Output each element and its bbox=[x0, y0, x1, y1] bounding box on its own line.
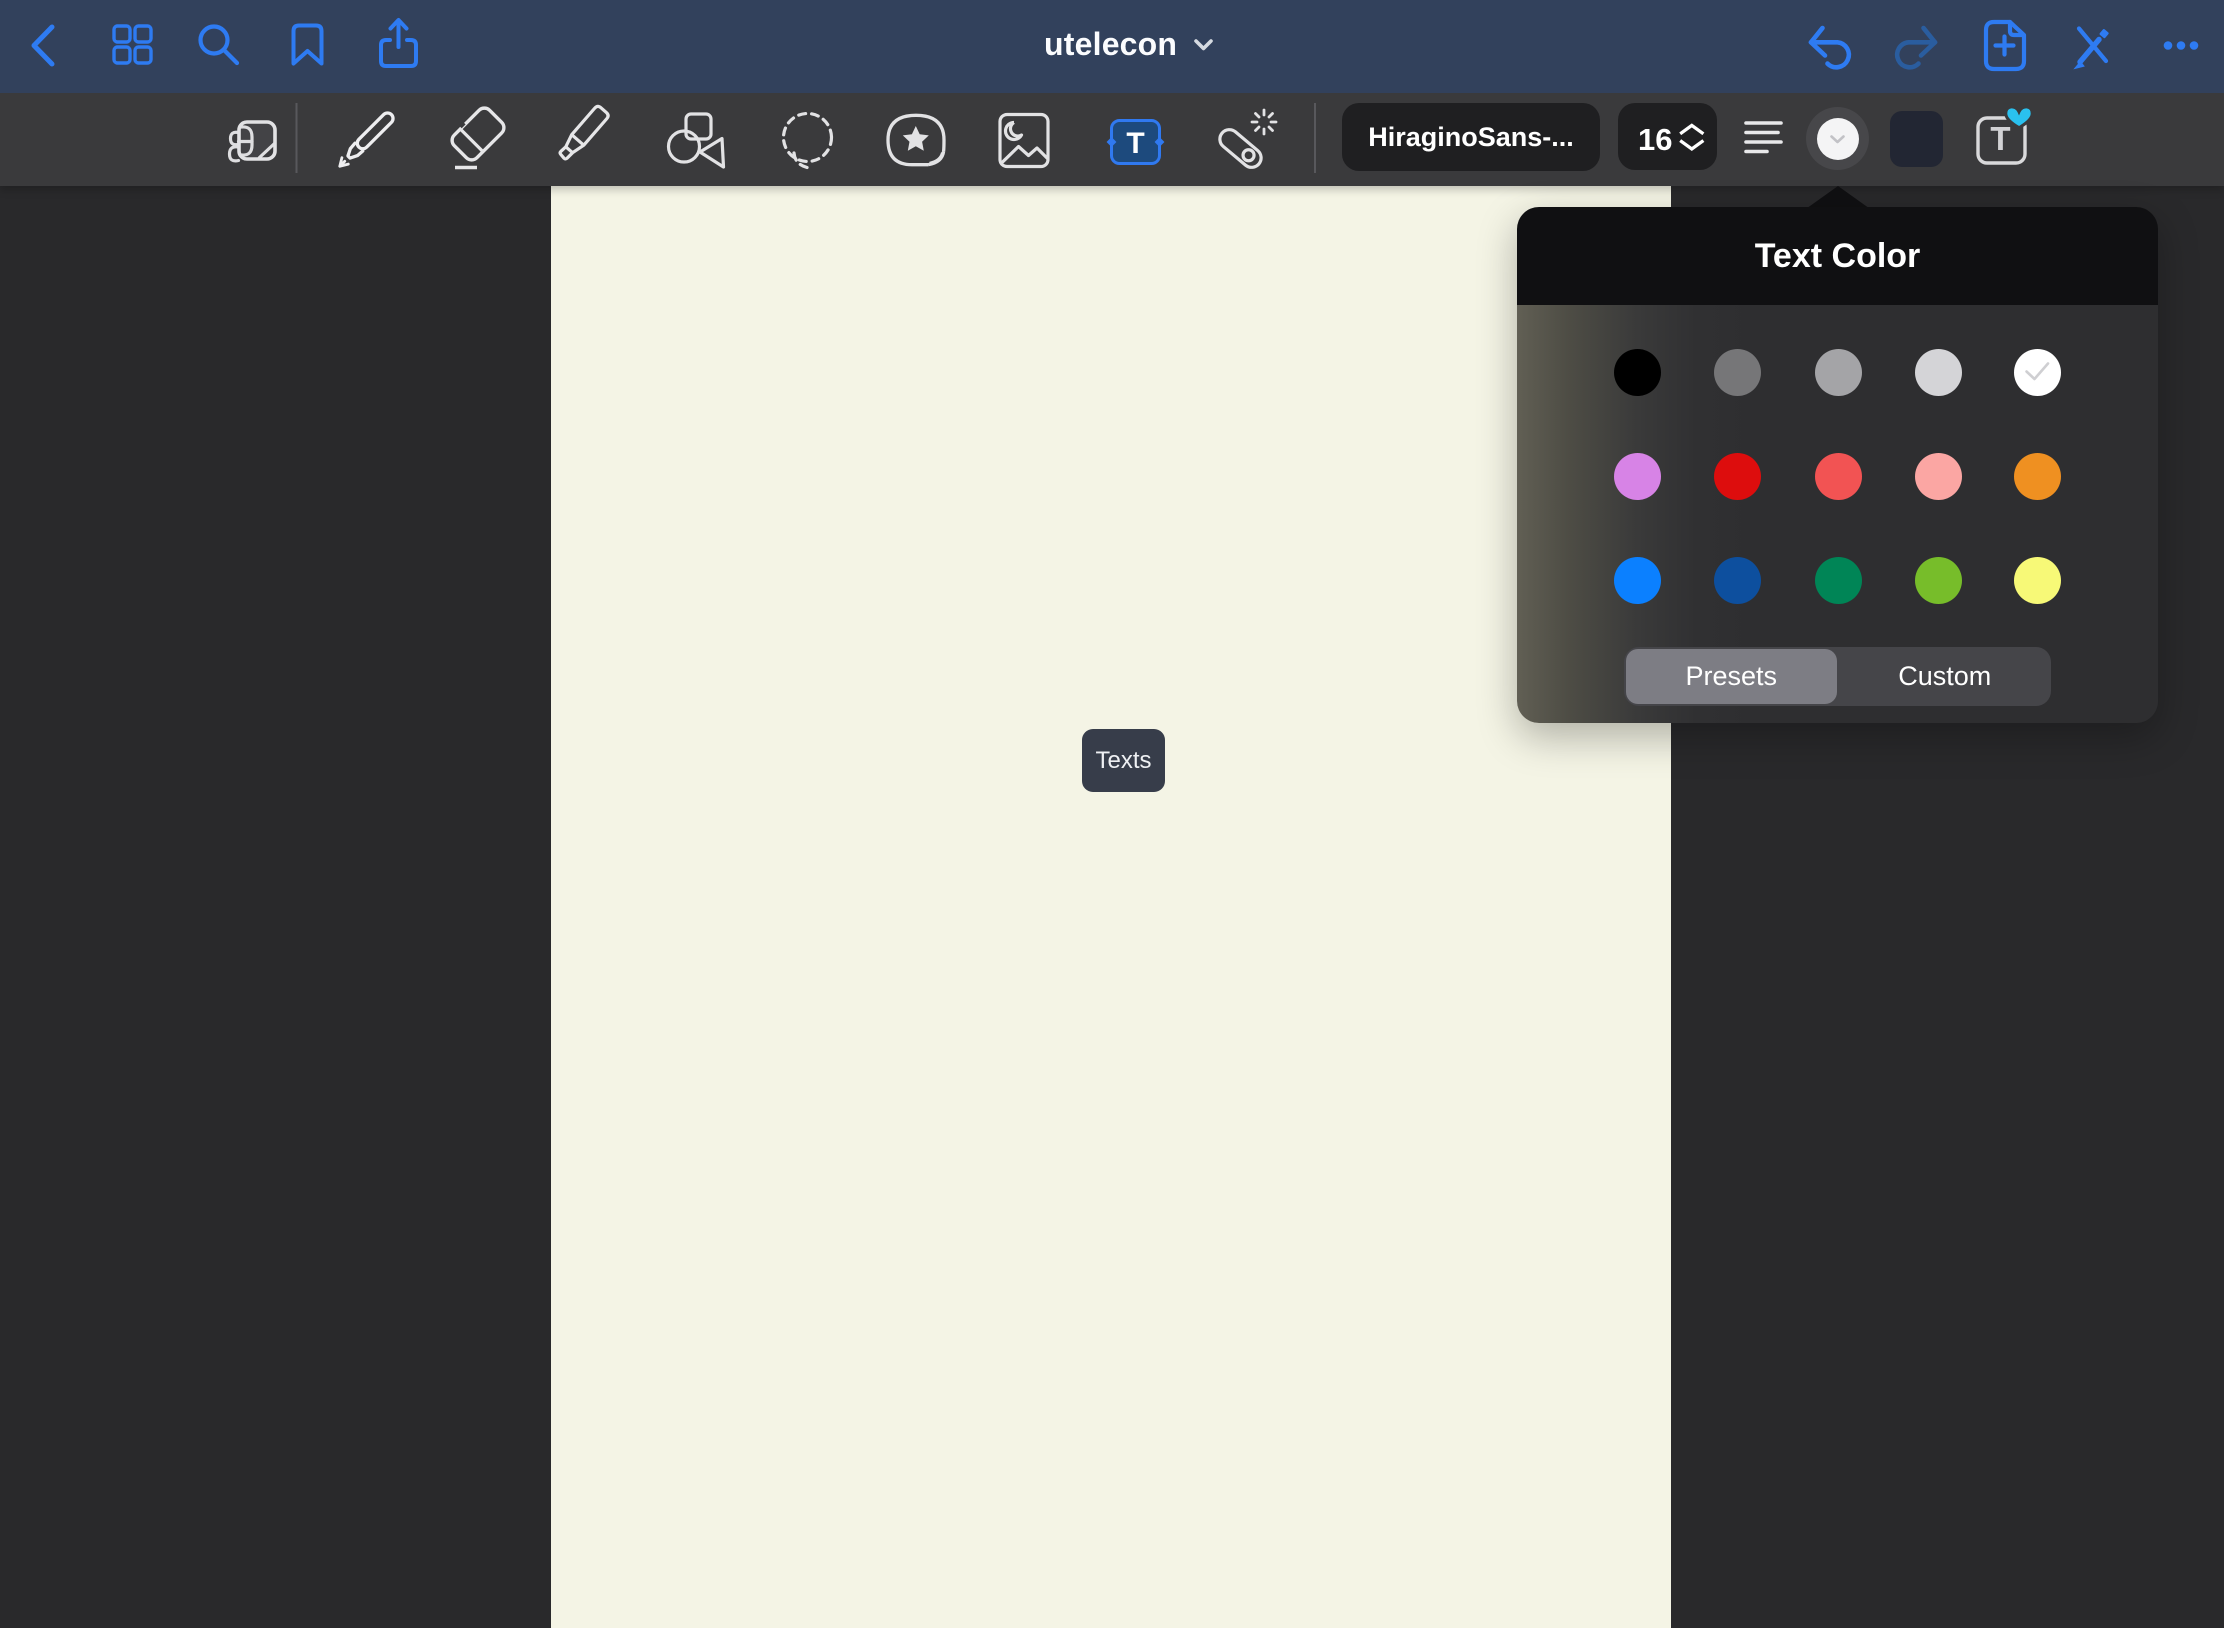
svg-text:T: T bbox=[1990, 120, 2010, 157]
svg-text:T: T bbox=[1126, 127, 1144, 160]
